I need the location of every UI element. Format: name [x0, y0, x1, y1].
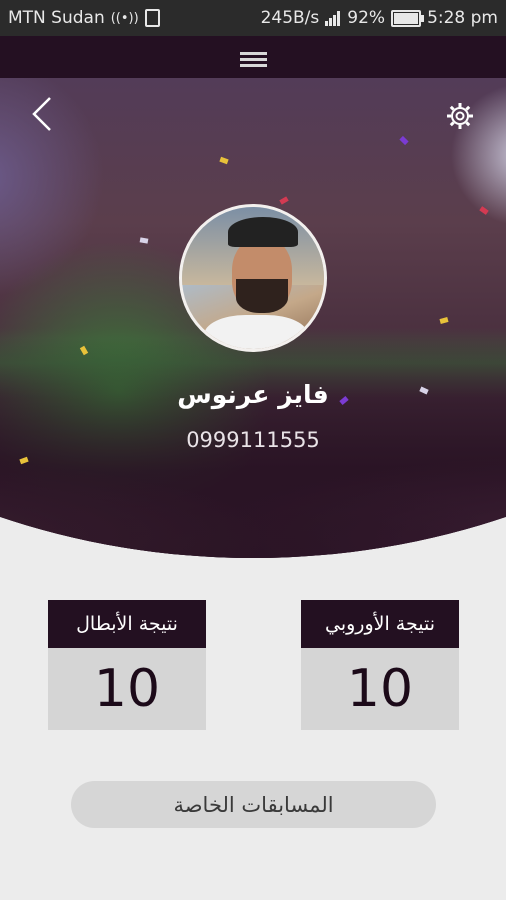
clock: 5:28 pm [427, 8, 498, 28]
chevron-left-icon[interactable] [30, 96, 54, 132]
signal-icon [325, 10, 341, 26]
network-speed: 245B/s [260, 8, 320, 28]
screen: MTN Sudan ((•)) 245B/s 92% 5:28 pm فايز … [0, 0, 506, 900]
champions-score-card: نتيجة الأبطال 10 [48, 600, 206, 730]
special-competitions-button[interactable]: المسابقات الخاصة [71, 781, 436, 828]
confetti [479, 206, 489, 215]
avatar[interactable] [179, 204, 327, 352]
champions-score-label: نتيجة الأبطال [48, 600, 206, 648]
gear-icon[interactable] [446, 102, 474, 130]
battery-percent: 92% [347, 8, 386, 28]
confetti [399, 135, 409, 146]
champions-score-value: 10 [48, 648, 206, 730]
confetti [439, 317, 449, 324]
status-right: 245B/s 92% 5:28 pm [255, 8, 498, 28]
user-phone: 0999111555 [186, 428, 320, 452]
hamburger-icon[interactable] [240, 52, 267, 67]
confetti [279, 196, 289, 205]
confetti [219, 156, 229, 165]
confetti [139, 237, 149, 244]
battery-icon [391, 9, 425, 27]
sim-icon [144, 9, 160, 27]
european-score-label: نتيجة الأوروبي [301, 600, 459, 648]
user-name: فايز عرنوس [177, 380, 329, 409]
app-bar [0, 36, 506, 78]
status-left: MTN Sudan ((•)) [8, 8, 166, 28]
wifi-hotspot-icon: ((•)) [110, 10, 139, 26]
european-score-card: نتيجة الأوروبي 10 [301, 600, 459, 730]
european-score-value: 10 [301, 648, 459, 730]
status-bar: MTN Sudan ((•)) 245B/s 92% 5:28 pm [0, 0, 506, 36]
carrier-text: MTN Sudan [8, 8, 105, 28]
